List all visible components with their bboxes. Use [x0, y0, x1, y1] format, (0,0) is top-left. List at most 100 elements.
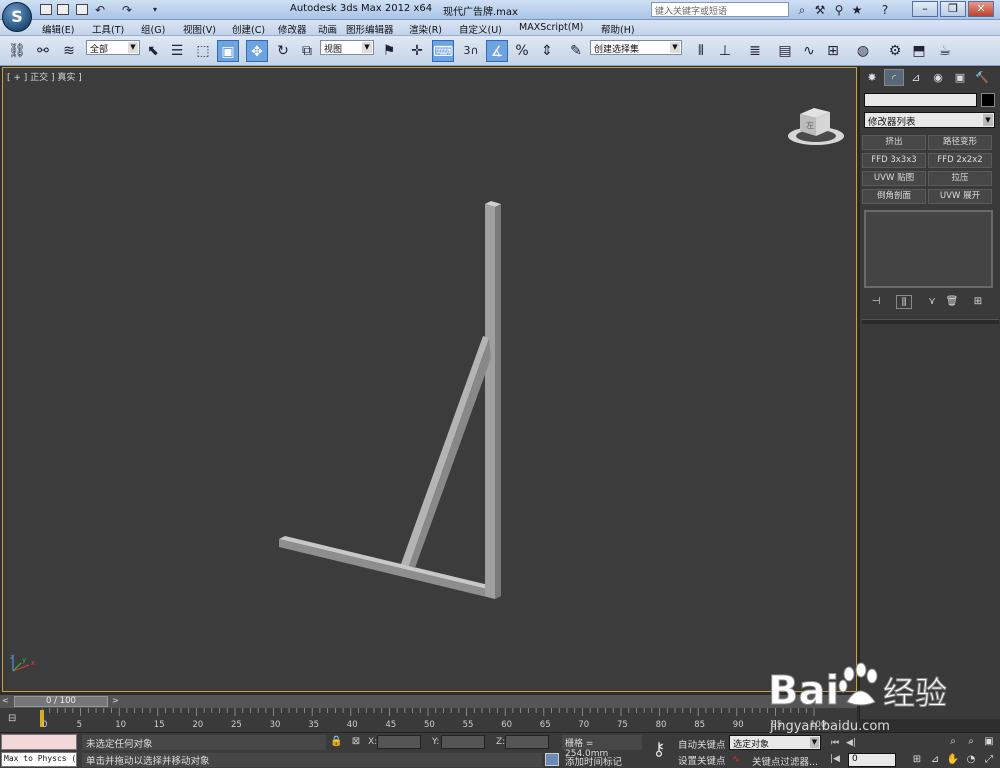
- link-icon[interactable]: ⛓: [6, 40, 28, 62]
- pivot-center-icon[interactable]: ⚑: [378, 40, 400, 62]
- time-slider-thumb[interactable]: 0 / 100: [14, 696, 108, 707]
- z-coord-field[interactable]: [505, 735, 549, 749]
- zoom-extents-icon[interactable]: ⊞: [910, 753, 924, 767]
- go-to-start-icon[interactable]: ⏮: [828, 737, 842, 750]
- save-file-icon[interactable]: [76, 4, 88, 15]
- zoom-icon[interactable]: ⌕: [946, 735, 960, 749]
- menu-rendering[interactable]: 渲染(R): [409, 22, 442, 36]
- snaps-toggle-icon[interactable]: 3∩: [460, 40, 482, 62]
- select-by-name-icon[interactable]: ☰: [166, 40, 188, 62]
- minimize-button[interactable]: –: [912, 1, 938, 17]
- menu-create[interactable]: 创建(C): [232, 22, 265, 36]
- time-slider[interactable]: < 0 / 100 >: [0, 695, 857, 708]
- rectangular-selection-icon[interactable]: ⬚: [192, 40, 214, 62]
- key-selection-set-dropdown[interactable]: 选定对象 ▼: [729, 735, 821, 750]
- undo-icon[interactable]: ↶: [93, 3, 107, 17]
- close-button[interactable]: ✕: [968, 1, 994, 17]
- redo-icon[interactable]: ↷: [120, 3, 134, 17]
- reference-coordinate-dropdown[interactable]: 视图 ▼: [320, 40, 374, 55]
- search-input[interactable]: 键入关键字或短语: [651, 2, 789, 17]
- show-end-result-icon[interactable]: ⫼: [896, 295, 912, 309]
- subscription-icon[interactable]: ⚒: [813, 3, 827, 17]
- menu-tools[interactable]: 工具(T): [92, 22, 124, 36]
- align-icon[interactable]: ⊥: [714, 40, 736, 62]
- modifier-button-ffd-2x2x2[interactable]: FFD 2x2x2: [928, 153, 992, 168]
- window-crossing-icon[interactable]: ▣: [217, 40, 239, 62]
- favorites-icon[interactable]: ★: [850, 3, 864, 17]
- schematic-view-icon[interactable]: ⊞: [822, 40, 844, 62]
- tab-create[interactable]: ✸: [862, 69, 882, 86]
- tab-utilities[interactable]: 🔨: [972, 69, 992, 86]
- set-key-button[interactable]: 设置关键点: [678, 753, 726, 767]
- select-and-manipulate-icon[interactable]: ✛: [406, 40, 428, 62]
- open-file-icon[interactable]: [57, 4, 69, 15]
- unlink-icon[interactable]: ⚯: [32, 40, 54, 62]
- help-icon[interactable]: ?: [878, 3, 892, 17]
- app-logo[interactable]: S: [2, 2, 32, 32]
- communication-icon[interactable]: ⚲: [832, 3, 846, 17]
- pan-view-icon[interactable]: ✋: [946, 753, 960, 767]
- viewcube[interactable]: 左: [786, 98, 846, 151]
- select-object-icon[interactable]: ⬉: [142, 40, 164, 62]
- spinner-snap-icon[interactable]: ⇕: [536, 40, 558, 62]
- tab-modify[interactable]: ◜: [884, 69, 904, 86]
- percent-snap-icon[interactable]: %: [511, 40, 533, 62]
- y-coord-field[interactable]: [441, 735, 485, 749]
- modifier-button-bevel-profile[interactable]: 倒角剖面: [862, 189, 926, 204]
- previous-key-icon[interactable]: ◀|: [844, 737, 858, 750]
- track-bar[interactable]: ⊟ 0 5 10 15 20 25 30 35 40 45 50 55 60 65 70 75 80 85 90 95…: [0, 708, 857, 732]
- modifier-list-dropdown[interactable]: 修改器列表 ▼: [864, 112, 995, 128]
- zoom-extents-all-icon[interactable]: ▣: [982, 735, 996, 749]
- key-icon[interactable]: ⚷: [647, 738, 671, 762]
- key-mode-icon[interactable]: |◀: [828, 753, 842, 766]
- edit-named-selection-icon[interactable]: ✎: [565, 40, 587, 62]
- angle-snap-icon[interactable]: ∡: [486, 40, 508, 62]
- next-frame-icon[interactable]: >: [112, 696, 122, 707]
- rendered-frame-window-icon[interactable]: ⬒: [908, 40, 930, 62]
- maximize-viewport-icon[interactable]: ⤢: [982, 753, 996, 767]
- new-file-icon[interactable]: [40, 4, 52, 15]
- menu-group[interactable]: 组(G): [141, 22, 165, 36]
- pin-stack-icon[interactable]: ⊣: [868, 295, 884, 309]
- menu-help[interactable]: 帮助(H): [601, 22, 635, 36]
- configure-modifier-sets-icon[interactable]: ⊞: [970, 295, 986, 309]
- remove-modifier-icon[interactable]: 🗑: [944, 295, 960, 309]
- select-and-move-icon[interactable]: ✥: [246, 40, 268, 62]
- maxscript-mini-listener[interactable]: [1, 734, 77, 750]
- modifier-button-extrude[interactable]: 挤出: [862, 135, 926, 150]
- modifier-button-ffd-3x3x3[interactable]: FFD 3x3x3: [862, 153, 926, 168]
- named-selection-sets-dropdown[interactable]: 创建选择集 ▼: [590, 40, 682, 55]
- tab-motion[interactable]: ◉: [928, 69, 948, 86]
- graphite-ribbon-icon[interactable]: ▤: [774, 40, 796, 62]
- tab-hierarchy[interactable]: ⊿: [906, 69, 926, 86]
- maxscript-output[interactable]: Max to Physcs (: [1, 752, 77, 767]
- previous-frame-icon[interactable]: <: [2, 696, 12, 707]
- select-and-scale-icon[interactable]: ⧉: [296, 40, 318, 62]
- material-editor-icon[interactable]: ◍: [852, 40, 874, 62]
- menu-edit[interactable]: 编辑(E): [42, 22, 74, 36]
- menu-modifiers[interactable]: 修改器: [278, 22, 307, 36]
- modifier-button-stretch[interactable]: 拉压: [928, 171, 992, 186]
- menu-graph-editors[interactable]: 图形编辑器: [346, 22, 394, 36]
- modifier-stack[interactable]: [864, 210, 993, 288]
- l-bracket-model[interactable]: [3, 68, 858, 693]
- modifier-button-path-deform[interactable]: 路径变形: [928, 135, 992, 150]
- render-setup-icon[interactable]: ⚙: [884, 40, 906, 62]
- auto-key-button[interactable]: 自动关键点: [678, 737, 726, 751]
- make-unique-icon[interactable]: ⋎: [924, 295, 940, 309]
- keyboard-shortcut-override-icon[interactable]: ⌨: [432, 40, 454, 62]
- key-filters-button[interactable]: 关键点过滤器...: [752, 754, 818, 768]
- orbit-icon[interactable]: ◔: [964, 753, 978, 767]
- menu-animation[interactable]: 动画: [318, 22, 337, 36]
- object-name-field[interactable]: [864, 93, 977, 107]
- restore-button[interactable]: ❐: [940, 1, 966, 17]
- select-and-rotate-icon[interactable]: ↻: [272, 40, 294, 62]
- bind-space-warp-icon[interactable]: ≋: [58, 40, 80, 62]
- current-frame-field[interactable]: 0: [848, 753, 896, 767]
- selection-filter-dropdown[interactable]: 全部 ▼: [86, 40, 140, 55]
- render-production-icon[interactable]: ☕: [934, 40, 956, 62]
- modifier-button-unwrap-uvw[interactable]: UVW 展开: [928, 189, 992, 204]
- mirror-icon[interactable]: ⫴: [690, 40, 712, 62]
- tab-display[interactable]: ▣: [950, 69, 970, 86]
- object-color-swatch[interactable]: [981, 93, 995, 107]
